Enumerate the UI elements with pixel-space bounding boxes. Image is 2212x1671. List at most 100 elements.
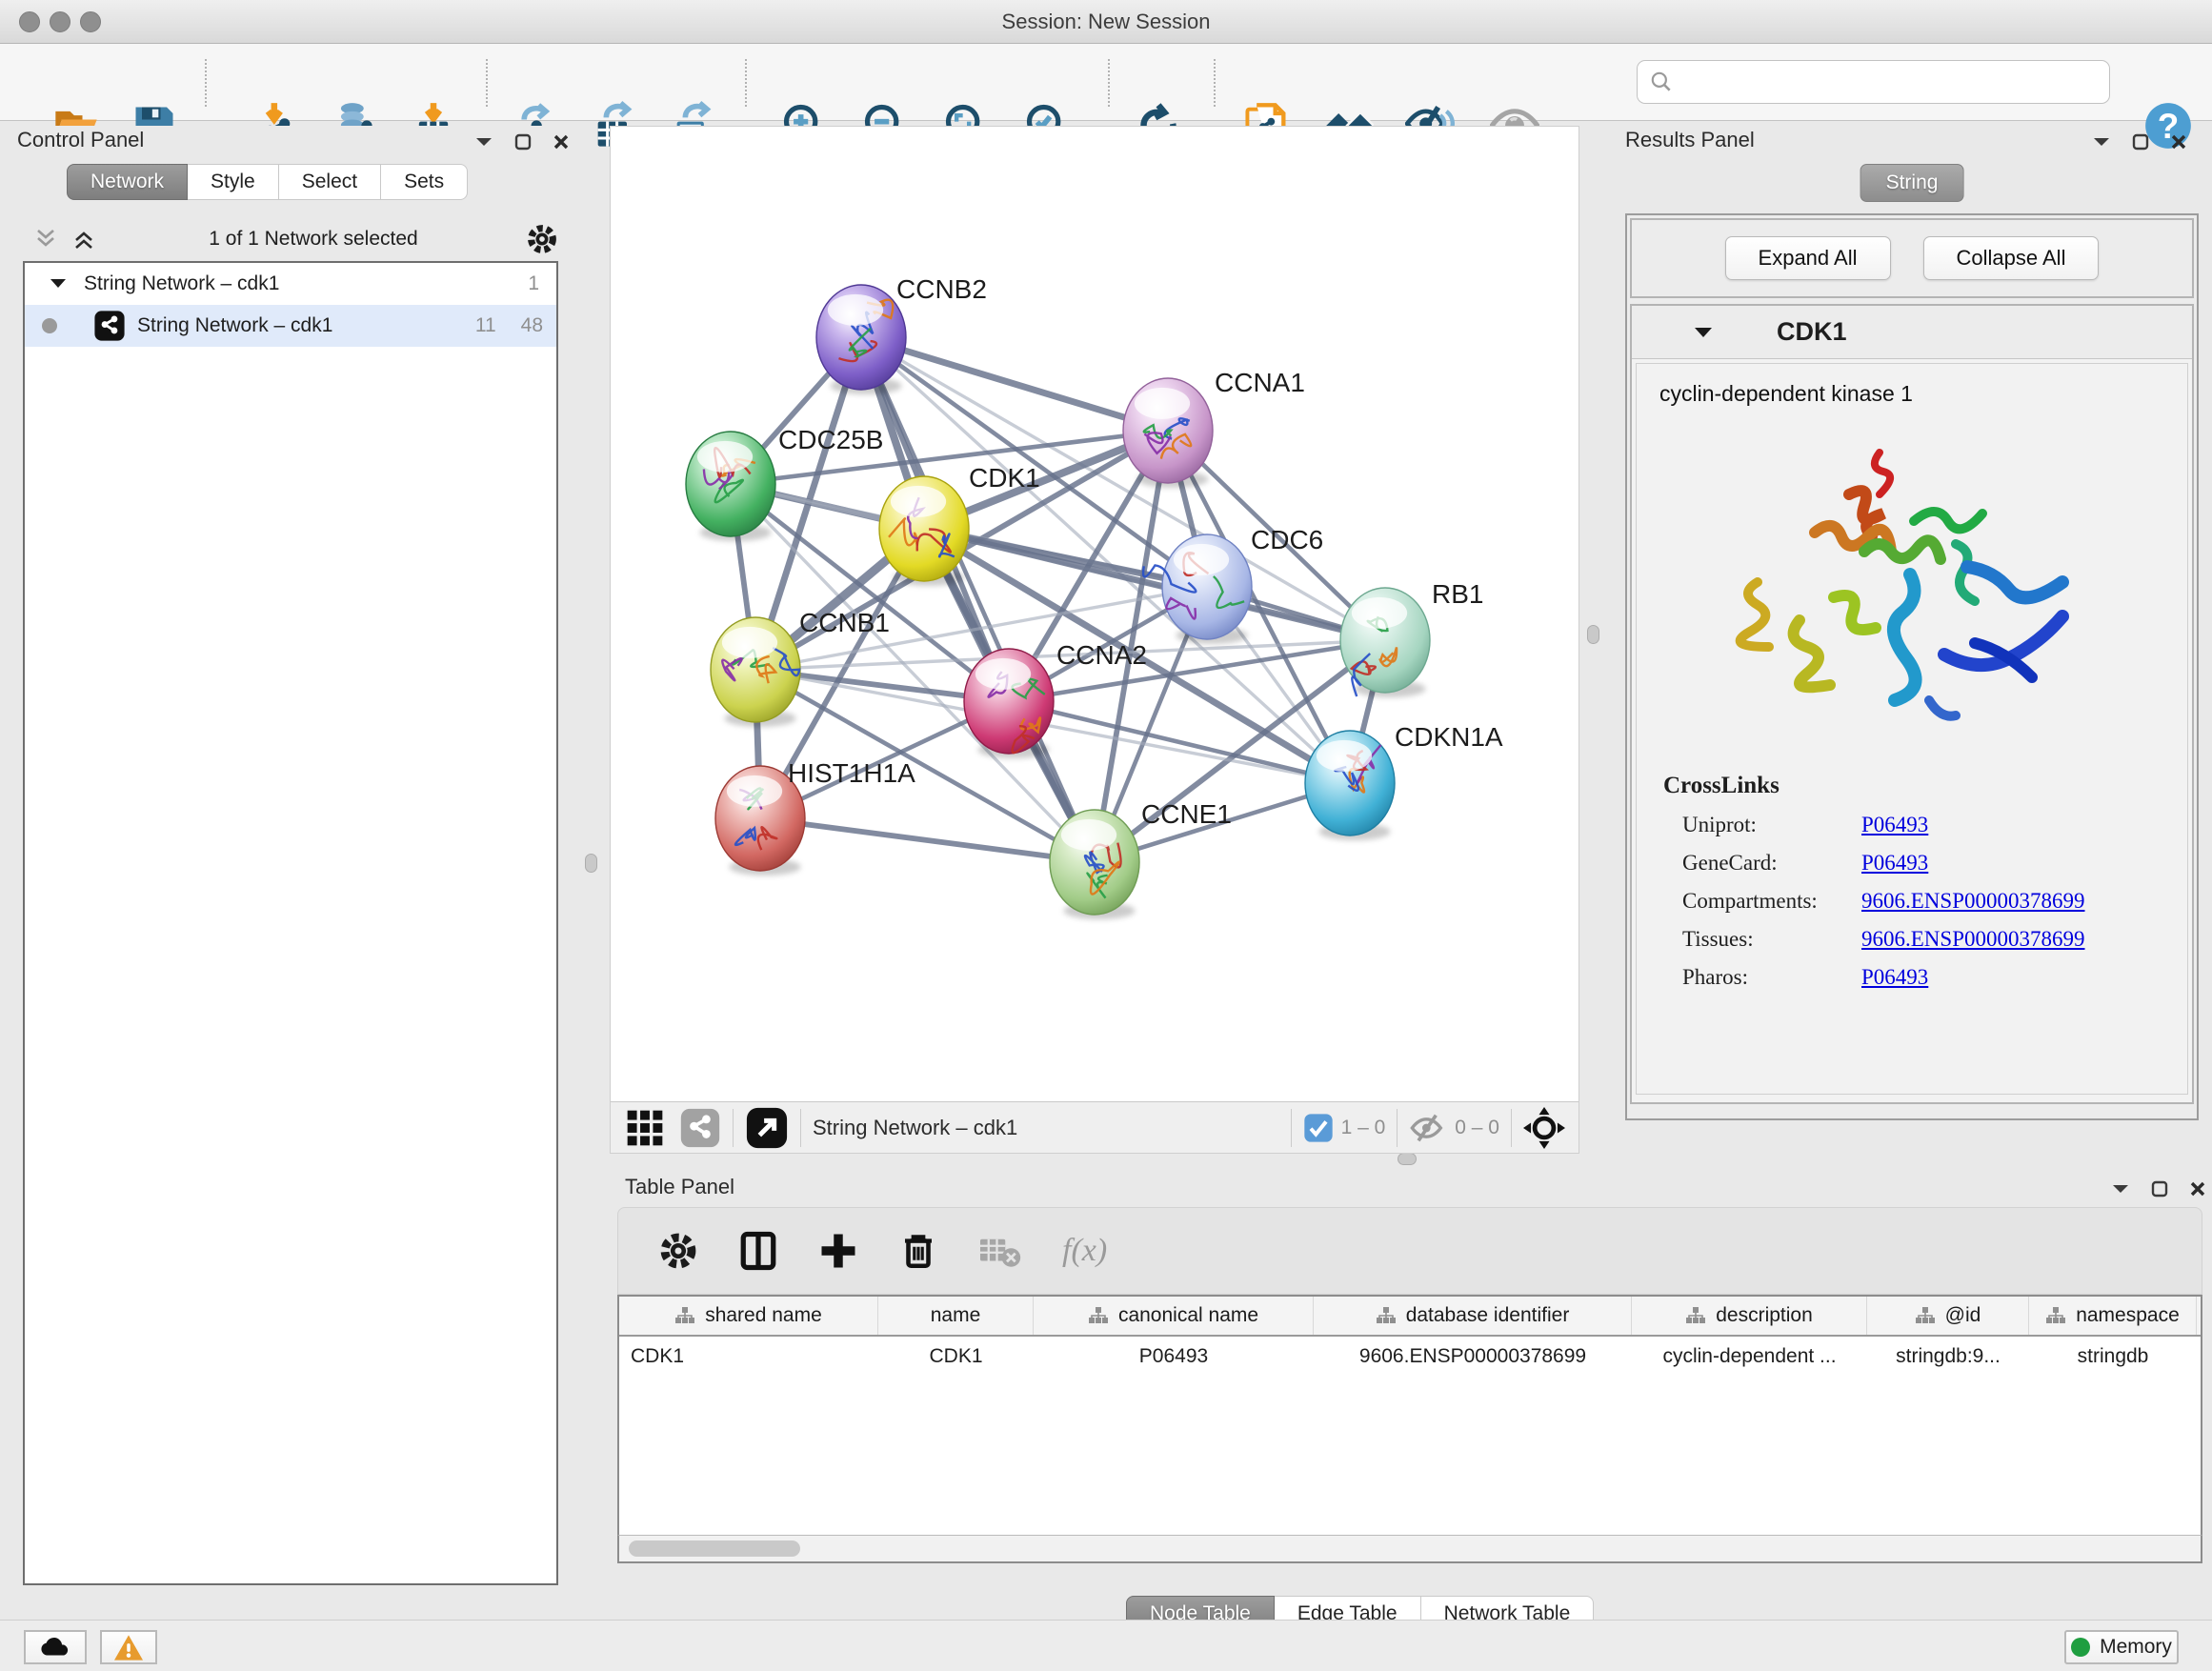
grid-view-icon[interactable] <box>624 1107 666 1149</box>
column-hierarchy-icon <box>1088 1306 1109 1325</box>
crosslink-link[interactable]: P06493 <box>1861 813 1928 837</box>
string-network-icon <box>93 310 126 342</box>
node-table: shared namenamecanonical name database id… <box>617 1295 2202 1671</box>
panel-float-icon[interactable] <box>514 133 532 151</box>
table-row[interactable]: CDK1CDK1P064939606.ENSP00000378699cyclin… <box>619 1337 2201 1377</box>
table-cell[interactable]: stringdb:9... <box>1867 1337 2029 1377</box>
left-splitter-handle[interactable] <box>585 854 597 873</box>
panel-menu-icon[interactable] <box>2092 135 2111 149</box>
panel-menu-icon[interactable] <box>474 135 493 149</box>
network-node-CDKN1A[interactable] <box>1305 731 1395 840</box>
birdseye-crosshair-icon[interactable] <box>1523 1107 1565 1149</box>
table-cell[interactable]: P06493 <box>1034 1337 1314 1377</box>
delete-column-trash-icon[interactable] <box>898 1231 938 1271</box>
table-cell[interactable]: CDK1 <box>619 1337 878 1377</box>
network-edge[interactable] <box>760 818 1095 862</box>
column-header-name[interactable]: name <box>878 1297 1034 1335</box>
tab-network[interactable]: Network <box>67 164 188 200</box>
search-icon <box>1649 70 1674 94</box>
add-column-plus-icon[interactable] <box>818 1231 858 1271</box>
collapse-all-chevron-icon[interactable] <box>34 227 63 252</box>
gene-collapse-icon[interactable] <box>1693 325 1714 340</box>
share-view-icon[interactable] <box>679 1107 721 1149</box>
column-header--id[interactable]: @id <box>1867 1297 2029 1335</box>
expand-all-chevron-icon[interactable] <box>72 227 101 252</box>
toolbar-separator <box>205 59 207 107</box>
crosslink-link[interactable]: 9606.ENSP00000378699 <box>1861 889 2085 914</box>
column-header-database-identifier[interactable]: database identifier <box>1314 1297 1632 1335</box>
warnings-button[interactable] <box>100 1630 157 1664</box>
memory-button[interactable]: Memory <box>2064 1630 2179 1664</box>
selected-checkbox-icon[interactable] <box>1303 1113 1334 1143</box>
cloud-status-button[interactable] <box>24 1630 87 1664</box>
tab-select[interactable]: Select <box>279 164 381 200</box>
network-node-CCNE1[interactable] <box>1050 810 1139 919</box>
node-label-CDC6: CDC6 <box>1251 525 1323 554</box>
main-toolbar: ? <box>0 44 2212 121</box>
tab-sets[interactable]: Sets <box>381 164 468 200</box>
network-view-title: String Network – cdk1 <box>813 1116 1017 1140</box>
panel-menu-icon[interactable] <box>2111 1182 2130 1196</box>
network-canvas[interactable]: CCNB2CCNA1CDC25BCDK1CDC6RB1CCNB1CCNA2CDK… <box>611 127 1579 1101</box>
column-hierarchy-icon <box>674 1306 695 1325</box>
table-panel-header-icons <box>2111 1180 2206 1198</box>
panel-close-icon[interactable] <box>2170 133 2187 151</box>
collection-expand-icon[interactable] <box>50 277 67 291</box>
gene-section: CDK1 cyclin-dependent kinase 1 <box>1630 304 2194 1104</box>
column-header-shared-name[interactable]: shared name <box>619 1297 878 1335</box>
table-cell[interactable]: cyclin-dependent ... <box>1632 1337 1867 1377</box>
crosslink-link[interactable]: P06493 <box>1861 965 1928 990</box>
column-header-namespace[interactable]: namespace <box>2029 1297 2197 1335</box>
crosslink-row: Uniprot:P06493 <box>1659 813 2164 837</box>
collapse-all-button[interactable]: Collapse All <box>1923 236 2100 280</box>
status-bar: Memory <box>0 1620 2212 1671</box>
network-node-CDC25B[interactable] <box>686 432 775 541</box>
open-in-new-icon[interactable] <box>745 1106 789 1150</box>
panel-float-icon[interactable] <box>2151 1180 2168 1198</box>
column-header-label: namespace <box>2076 1304 2180 1327</box>
network-node-CCNA1[interactable] <box>1123 378 1213 488</box>
tab-style[interactable]: Style <box>188 164 279 200</box>
gear-icon[interactable] <box>526 223 558 255</box>
table-cell[interactable]: stringdb <box>2029 1337 2197 1377</box>
column-header-description[interactable]: description <box>1632 1297 1867 1335</box>
expand-all-button[interactable]: Expand All <box>1725 236 1891 280</box>
panel-float-icon[interactable] <box>2132 133 2149 151</box>
crosslink-label: GeneCard: <box>1682 851 1861 876</box>
network-node-CCNB2[interactable] <box>816 285 906 394</box>
table-cell[interactable]: 9606.ENSP00000378699 <box>1314 1337 1632 1377</box>
tab-string[interactable]: String <box>1860 164 1964 202</box>
scrollbar-thumb[interactable] <box>629 1540 800 1557</box>
crosslink-link[interactable]: P06493 <box>1861 851 1928 876</box>
column-header-canonical-name[interactable]: canonical name <box>1034 1297 1314 1335</box>
network-node-RB1[interactable] <box>1340 588 1430 697</box>
hidden-eye-icon[interactable] <box>1409 1109 1447 1147</box>
table-settings-gear-icon[interactable] <box>658 1231 698 1271</box>
network-edge[interactable] <box>861 337 1168 431</box>
collection-count: 1 <box>528 272 539 295</box>
network-view-panel: CCNB2CCNA1CDC25BCDK1CDC6RB1CCNB1CCNA2CDK… <box>610 126 1579 1154</box>
network-node-CCNB1[interactable] <box>711 617 800 727</box>
node-label-CDK1: CDK1 <box>969 463 1040 493</box>
column-header-label: database identifier <box>1406 1304 1570 1327</box>
table-horizontal-scrollbar[interactable] <box>617 1535 2202 1563</box>
current-network-dot-icon <box>42 318 57 333</box>
toolbar-separator <box>1108 59 1110 107</box>
node-label-CDKN1A: CDKN1A <box>1395 722 1503 752</box>
column-hierarchy-icon <box>1915 1306 1936 1325</box>
network-row-selected[interactable]: String Network – cdk1 11 48 <box>25 305 556 347</box>
crosslink-row: Tissues:9606.ENSP00000378699 <box>1659 927 2164 952</box>
warning-icon <box>114 1635 143 1661</box>
search-input[interactable] <box>1637 60 2110 104</box>
table-cell[interactable]: CDK1 <box>878 1337 1034 1377</box>
panel-close-icon[interactable] <box>553 133 570 151</box>
right-splitter-handle[interactable] <box>1587 625 1599 644</box>
select-columns-icon[interactable] <box>738 1231 778 1271</box>
network-list: String Network – cdk1 1 String Network –… <box>23 261 558 1585</box>
gene-section-header[interactable]: CDK1 <box>1632 306 2192 359</box>
panel-close-icon[interactable] <box>2189 1180 2206 1198</box>
crosslink-link[interactable]: 9606.ENSP00000378699 <box>1861 927 2085 952</box>
node-label-HIST1H1A: HIST1H1A <box>788 758 915 788</box>
gene-name: CDK1 <box>1777 317 1847 347</box>
network-collection-row[interactable]: String Network – cdk1 1 <box>25 263 556 305</box>
